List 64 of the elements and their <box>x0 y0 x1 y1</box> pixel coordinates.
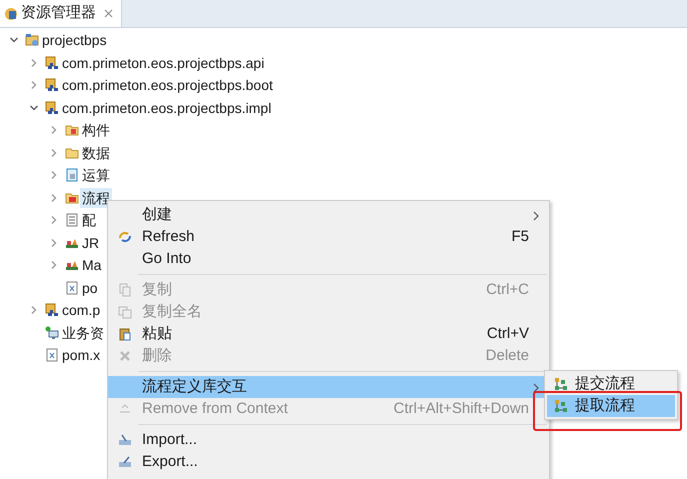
tree-item[interactable]: 构件 <box>80 120 112 140</box>
folder-icon <box>65 190 79 205</box>
package-icon <box>45 100 59 115</box>
expand-chevron-icon[interactable] <box>29 305 39 316</box>
tree-item[interactable]: com.primeton.eos.projectbps.impl <box>60 98 274 118</box>
folder-icon <box>65 146 79 160</box>
tree-item[interactable]: com.p <box>60 300 102 320</box>
service-icon <box>45 326 59 340</box>
menu-item[interactable]: Go Into <box>108 248 549 270</box>
shortcut-label: Delete <box>486 346 529 366</box>
expand-chevron-icon[interactable] <box>49 125 59 136</box>
menu-item[interactable]: 提取流程 <box>547 395 675 417</box>
expand-chevron-icon[interactable] <box>49 170 59 180</box>
copy-icon <box>118 305 132 319</box>
explorer-tab[interactable]: 资源管理器 <box>0 0 122 27</box>
shortcut-label: Ctrl+C <box>486 280 529 300</box>
document-icon <box>65 168 79 182</box>
tree-item[interactable]: 流程 <box>80 188 112 208</box>
flow-icon <box>554 377 568 391</box>
project-icon <box>25 33 39 48</box>
expand-chevron-icon[interactable] <box>49 192 59 203</box>
shortcut-label: F5 <box>511 226 529 247</box>
tree-item[interactable]: 业务资 <box>60 322 106 343</box>
import-icon <box>118 433 132 447</box>
tree-item[interactable]: JR <box>80 232 102 253</box>
tree-item[interactable]: pom.x <box>60 345 102 366</box>
tab-title: 资源管理器 <box>21 3 96 24</box>
flow-icon <box>554 399 568 413</box>
export-icon <box>118 455 132 469</box>
menu-item[interactable]: Export... <box>108 451 549 473</box>
tree-item[interactable]: projectbps <box>40 30 109 50</box>
tree-item[interactable]: po <box>80 278 100 298</box>
copy-icon <box>118 283 132 297</box>
menu-item[interactable]: Import... <box>108 429 549 451</box>
shortcut-label: Ctrl+Alt+Shift+Down <box>394 398 529 419</box>
expand-chevron-icon[interactable] <box>49 260 59 270</box>
xml-file-icon <box>65 280 79 295</box>
package-icon <box>45 56 59 70</box>
collapse-chevron-icon[interactable] <box>29 102 39 113</box>
expand-chevron-icon[interactable] <box>49 148 59 158</box>
delete-icon <box>118 349 132 363</box>
tree-item[interactable]: 运算 <box>80 165 112 186</box>
tree-item[interactable]: 数据 <box>80 142 112 163</box>
package-icon <box>45 78 59 92</box>
expand-chevron-icon[interactable] <box>49 238 59 248</box>
expand-chevron-icon[interactable] <box>29 80 39 90</box>
tree-item[interactable]: Ma <box>80 255 104 276</box>
xml-file-icon <box>45 348 59 362</box>
package-icon <box>45 303 59 318</box>
paste-icon <box>118 327 132 341</box>
explorer-icon <box>4 6 18 20</box>
tree-item[interactable]: com.primeton.eos.projectbps.api <box>60 52 266 73</box>
tree-item[interactable]: com.primeton.eos.projectbps.boot <box>60 75 275 96</box>
expand-chevron-icon[interactable] <box>49 215 59 226</box>
shortcut-label: Ctrl+V <box>486 324 529 344</box>
menu-item[interactable]: Refresh F5 <box>108 226 549 248</box>
menu-item[interactable]: 提交流程 <box>547 373 675 395</box>
refresh-icon <box>118 230 132 244</box>
document-icon <box>65 213 79 228</box>
close-icon[interactable] <box>104 9 113 18</box>
expand-chevron-icon[interactable] <box>29 58 39 68</box>
menu-item[interactable]: 粘贴 Ctrl+V <box>108 323 549 345</box>
tree-item[interactable]: 配 <box>80 210 98 230</box>
folder-icon <box>65 123 79 138</box>
